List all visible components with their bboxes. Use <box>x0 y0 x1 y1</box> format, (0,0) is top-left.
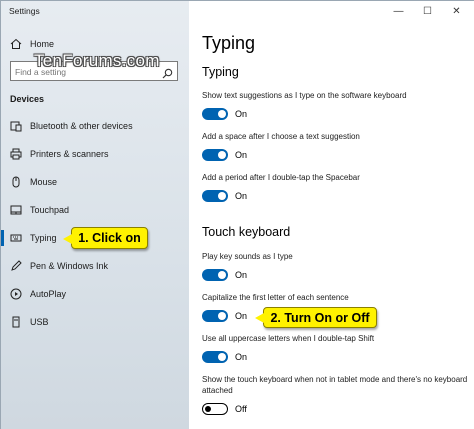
sidebar-item-label: Touchpad <box>30 205 70 215</box>
sidebar-item-label: Mouse <box>30 177 58 187</box>
option-label: Play key sounds as I type <box>202 252 293 261</box>
option-label: Capitalize the first letter of each sent… <box>202 293 349 302</box>
option-label: Add a period after I double-tap the Spac… <box>202 173 360 182</box>
settings-window: Settings Home TenForums.com Devices Blue… <box>0 0 474 429</box>
main-panel: — ☐ ✕ Typing Typing Show text suggestion… <box>189 1 474 429</box>
section-heading-touch-keyboard: Touch keyboard <box>202 225 291 239</box>
callout-tail <box>255 313 264 323</box>
toggle-state: On <box>235 109 248 119</box>
option-label: Show the touch keyboard when not in tabl… <box>202 375 468 395</box>
search-icon[interactable] <box>162 66 173 79</box>
autoplay-icon <box>10 288 22 300</box>
toggle-key-sounds[interactable] <box>202 269 228 281</box>
section-label: Devices <box>10 94 45 104</box>
window-controls: — ☐ ✕ <box>384 3 471 19</box>
sidebar-item-label: AutoPlay <box>30 289 67 299</box>
pen-icon <box>10 260 22 272</box>
option-label: Show text suggestions as I type on the s… <box>202 91 407 100</box>
sidebar-item-mouse[interactable]: Mouse <box>1 170 189 194</box>
toggle-state: On <box>235 191 248 201</box>
touchpad-icon <box>10 204 22 216</box>
option-label: Use all uppercase letters when I double-… <box>202 334 375 343</box>
printer-icon <box>10 148 22 160</box>
toggle-state: On <box>235 311 248 321</box>
sidebar-item-printers[interactable]: Printers & scanners <box>1 142 189 166</box>
app-title: Settings <box>9 6 40 16</box>
toggle-touch-keyboard[interactable] <box>202 403 228 415</box>
bluetooth-icon <box>10 120 22 132</box>
mouse-icon <box>10 176 22 188</box>
close-button[interactable]: ✕ <box>442 3 471 19</box>
callout-tail <box>63 234 72 244</box>
sidebar-item-label: Pen & Windows Ink <box>30 261 109 271</box>
usb-icon <box>10 316 22 328</box>
toggle-text-suggestions[interactable] <box>202 108 228 120</box>
sidebar-item-label: USB <box>30 317 49 327</box>
sidebar-item-usb[interactable]: USB <box>1 310 189 334</box>
sidebar-item-label: Home <box>30 39 55 49</box>
minimize-button[interactable]: — <box>384 3 413 19</box>
maximize-button[interactable]: ☐ <box>413 3 442 19</box>
sidebar-item-touchpad[interactable]: Touchpad <box>1 198 189 222</box>
toggle-state: On <box>235 150 248 160</box>
sidebar-item-label: Typing <box>30 233 57 243</box>
sidebar-item-label: Printers & scanners <box>30 149 109 159</box>
sidebar-item-bluetooth[interactable]: Bluetooth & other devices <box>1 114 189 138</box>
callout-text: 2. Turn On or Off <box>270 310 370 325</box>
toggle-add-period[interactable] <box>202 190 228 202</box>
sidebar-item-label: Bluetooth & other devices <box>30 121 133 131</box>
keyboard-icon <box>10 232 22 244</box>
callout-text: 1. Click on <box>78 231 141 245</box>
home-icon <box>10 38 22 50</box>
section-heading-typing: Typing <box>202 65 239 79</box>
watermark: TenForums.com <box>34 51 160 70</box>
option-label: Add a space after I choose a text sugges… <box>202 132 360 141</box>
toggle-uppercase[interactable] <box>202 351 228 363</box>
callout-click-on: 1. Click on <box>63 227 148 249</box>
selection-indicator <box>1 230 4 246</box>
toggle-capitalize[interactable] <box>202 310 228 322</box>
callout-turn-on-off: 2. Turn On or Off <box>255 307 377 328</box>
toggle-add-space[interactable] <box>202 149 228 161</box>
sidebar-item-autoplay[interactable]: AutoPlay <box>1 282 189 306</box>
toggle-state: Off <box>235 404 247 414</box>
page-title: Typing <box>202 33 256 53</box>
toggle-state: On <box>235 270 248 280</box>
sidebar: Settings Home TenForums.com Devices Blue… <box>1 1 189 429</box>
toggle-state: On <box>235 352 248 362</box>
sidebar-item-pen[interactable]: Pen & Windows Ink <box>1 254 189 278</box>
